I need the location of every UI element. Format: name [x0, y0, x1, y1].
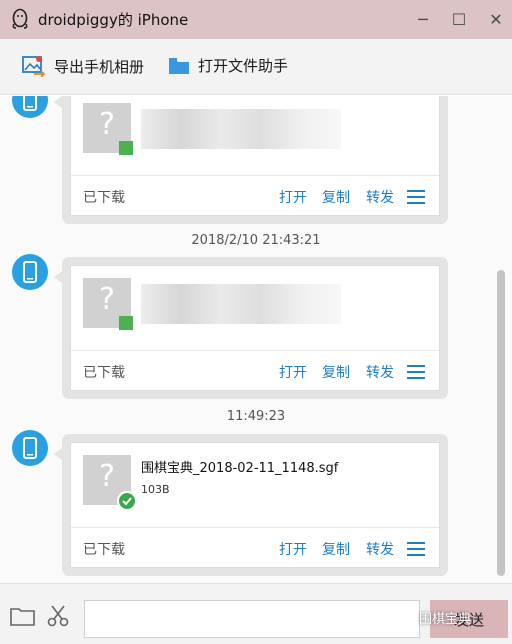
- qq-penguin-icon: [12, 8, 28, 29]
- open-link[interactable]: 打开: [279, 362, 307, 382]
- download-status: 已下载: [83, 542, 125, 558]
- file-card[interactable]: ? 已下载 打开 复制 转发: [70, 96, 440, 216]
- blurred-file-info: [141, 284, 341, 324]
- chat-area[interactable]: ? 已下载 打开 复制 转发 2018/2/10 21:43:21 ? 已下载 …: [0, 96, 512, 583]
- avatar[interactable]: [12, 96, 48, 118]
- watermark-text: 围棋宝典: [419, 612, 472, 627]
- message-timestamp: 11:49:23: [226, 409, 286, 424]
- phone-icon: [23, 96, 37, 111]
- open-file-helper-button[interactable]: 打开文件助手: [168, 55, 288, 76]
- phone-icon: [23, 261, 37, 283]
- copy-link[interactable]: 复制: [322, 187, 350, 207]
- file-thumbnail: ?: [83, 278, 133, 330]
- folder-outline-icon[interactable]: [10, 606, 36, 630]
- hamburger-menu-icon[interactable]: [407, 542, 425, 556]
- forward-link[interactable]: 转发: [366, 362, 394, 382]
- file-card[interactable]: ? 已下载 打开 复制 转发: [70, 265, 440, 391]
- wechat-watermark-icon: [399, 608, 415, 620]
- photo-export-icon: [22, 56, 46, 77]
- phone-icon: [23, 437, 37, 459]
- avatar[interactable]: [12, 254, 48, 290]
- file-name: 围棋宝典_2018-02-11_1148.sgf: [141, 461, 339, 476]
- file-thumbnail: ?: [83, 455, 137, 511]
- download-status: 已下载: [83, 365, 125, 381]
- scissors-icon[interactable]: [46, 604, 70, 632]
- blurred-file-info: [141, 109, 341, 149]
- message-input[interactable]: [84, 600, 420, 638]
- copy-link[interactable]: 复制: [322, 539, 350, 559]
- file-card[interactable]: ? 围棋宝典_2018-02-11_1148.sgf 103B 已下载 打开 复…: [70, 442, 440, 568]
- message-timestamp: 2018/2/10 21:43:21: [191, 233, 321, 248]
- message-bubble: ? 已下载 打开 复制 转发: [54, 96, 448, 224]
- download-status: 已下载: [83, 190, 125, 206]
- hamburger-menu-icon[interactable]: [407, 190, 425, 204]
- file-thumbnail: ?: [83, 103, 133, 155]
- open-link[interactable]: 打开: [279, 187, 307, 207]
- folder-icon: [169, 57, 189, 74]
- file-size: 103B: [141, 483, 170, 496]
- check-icon: [117, 491, 137, 511]
- export-album-button[interactable]: 导出手机相册: [22, 55, 144, 77]
- copy-link[interactable]: 复制: [322, 362, 350, 382]
- close-button[interactable]: ✕: [486, 10, 506, 30]
- scrollbar-thumb[interactable]: [497, 270, 505, 576]
- message-bubble: ? 已下载 打开 复制 转发: [54, 257, 448, 399]
- avatar[interactable]: [12, 430, 48, 466]
- hamburger-menu-icon[interactable]: [407, 365, 425, 379]
- forward-link[interactable]: 转发: [366, 187, 394, 207]
- window-title: droidpiggy的 iPhone: [38, 11, 189, 29]
- title-bar: droidpiggy的 iPhone ─ ☐ ✕: [0, 0, 512, 39]
- message-bubble: ? 围棋宝典_2018-02-11_1148.sgf 103B 已下载 打开 复…: [54, 434, 448, 576]
- open-file-helper-label: 打开文件助手: [198, 57, 289, 75]
- export-album-label: 导出手机相册: [54, 57, 145, 76]
- toolbar: 导出手机相册 打开文件助手: [0, 39, 512, 95]
- minimize-button[interactable]: ─: [413, 10, 433, 30]
- open-link[interactable]: 打开: [279, 539, 307, 559]
- forward-link[interactable]: 转发: [366, 539, 394, 559]
- maximize-button[interactable]: ☐: [449, 10, 469, 30]
